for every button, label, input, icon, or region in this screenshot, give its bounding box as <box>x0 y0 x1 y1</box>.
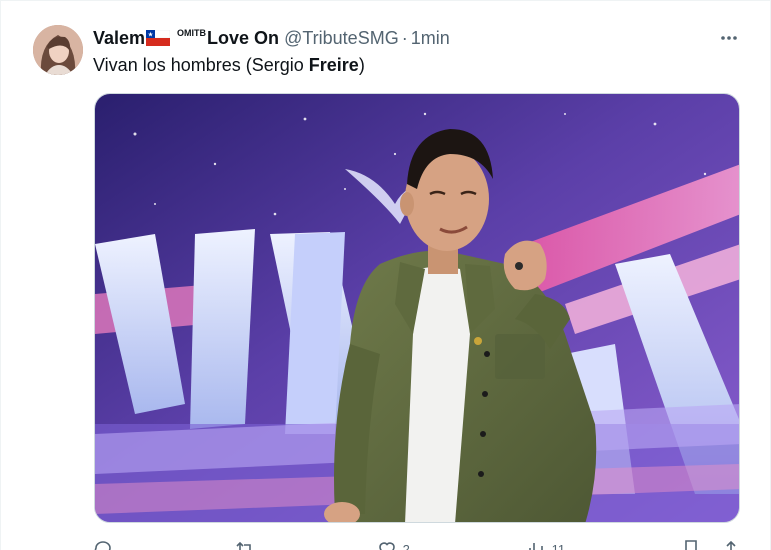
avatar[interactable] <box>33 25 83 75</box>
photo-man-on-stage <box>95 94 739 522</box>
retweet-button[interactable] <box>235 537 261 550</box>
display-name[interactable]: Valem <box>93 26 145 50</box>
chile-flag-icon <box>146 30 171 46</box>
retweet-icon <box>236 541 251 550</box>
share-icon[interactable] <box>721 539 741 550</box>
tweet-text-end: ) <box>358 55 365 75</box>
views-icon <box>528 543 543 550</box>
bookmark-icon[interactable] <box>681 539 701 550</box>
tweet-media-photo[interactable] <box>94 93 740 523</box>
tweet-text: Vivan los hombres (Sergio Freire) <box>93 53 365 77</box>
reply-button[interactable] <box>93 537 119 550</box>
like-count: 2 <box>402 541 410 550</box>
like-button[interactable]: 2 <box>377 537 410 550</box>
tweet-card[interactable]: Valem OMITB Love On @TributeSMG · 1min V… <box>0 0 771 550</box>
tweet-text-part: Vivan los hombres (Sergio <box>93 55 309 75</box>
heart-icon <box>378 542 395 550</box>
tweet-text-bold: Freire <box>308 55 359 75</box>
display-name-suffix[interactable]: Love On <box>207 26 279 50</box>
views-count: 11 <box>551 541 566 550</box>
tweet-header: Valem OMITB Love On @TributeSMG · 1min <box>93 26 450 50</box>
more-icon[interactable] <box>715 26 743 50</box>
bookmark-share-group <box>681 537 741 550</box>
separator-dot: · <box>401 28 408 48</box>
views-button[interactable]: 11 <box>526 537 566 550</box>
user-handle[interactable]: @TributeSMG <box>284 26 399 50</box>
tweet-actions: 2 11 <box>93 537 741 550</box>
reply-icon <box>94 541 111 550</box>
name-badge-text: OMITB <box>177 28 207 38</box>
timestamp[interactable]: 1min <box>411 26 450 50</box>
avatar-image <box>33 25 83 75</box>
